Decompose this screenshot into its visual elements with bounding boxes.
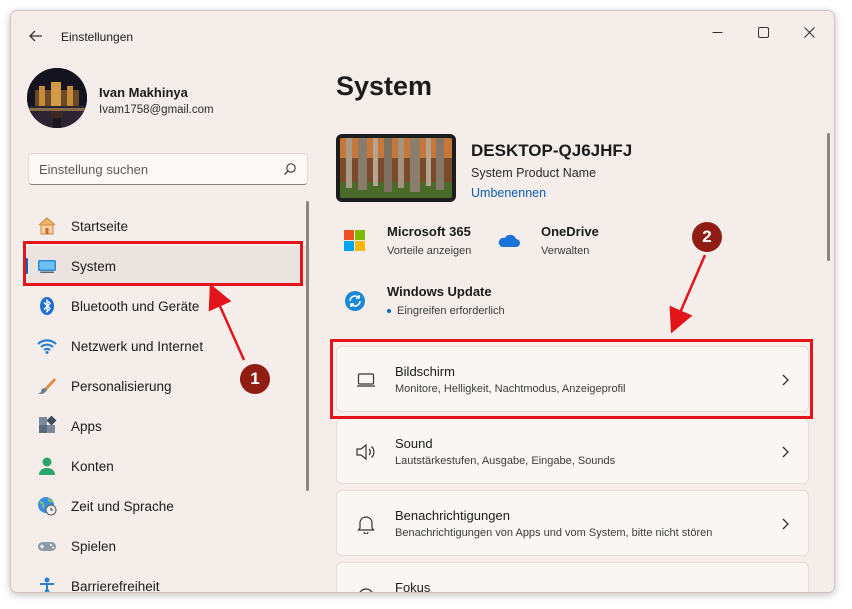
tile-onedrive[interactable]: OneDrive Verwalten [498,224,648,264]
card-sound[interactable]: Sound Lautstärkestufen, Ausgabe, Eingabe… [336,418,809,484]
sidebar-item-konten[interactable]: Konten [25,446,310,486]
sidebar-item-label: Netzwerk und Internet [71,338,204,354]
chevron-right-icon [782,518,789,530]
maximize-button[interactable] [741,17,785,47]
sidebar-item-label: Personalisierung [71,378,172,394]
card-subtitle: Lautstärkestufen, Ausgabe, Eingabe, Soun… [395,455,616,467]
sidebar-item-label: Startseite [71,218,129,234]
onedrive-icon [498,234,520,247]
tile-subtitle: Eingreifen erforderlich [397,305,505,317]
device-name: DESKTOP-QJ6JHFJ [471,141,633,160]
annotation-badge-2: 2 [692,222,722,252]
tile-title: Windows Update [387,284,492,299]
highlight-bildschirm [330,339,813,419]
gamepad-icon [37,536,57,556]
sidebar-item-label: Konten [71,458,114,474]
profile-email: Ivam1758@gmail.com [99,104,214,116]
card-title: Fokus [395,580,431,593]
bell-icon [355,513,377,535]
arrow-left-icon [29,30,42,42]
search-icon [284,163,296,175]
card-title: Sound [395,436,433,451]
tile-subtitle: Verwalten [541,245,590,257]
apps-icon [37,416,57,436]
person-icon [37,456,57,476]
device-model: System Product Name [471,166,597,180]
tile-title: OneDrive [541,224,599,239]
wallpaper-preview [340,138,452,198]
speaker-icon [355,441,377,463]
app-title: Einstellungen [61,30,134,44]
device-thumbnail[interactable] [336,134,456,202]
sidebar-scrollbar[interactable] [306,201,309,491]
sidebar-item-startseite[interactable]: Startseite [25,206,310,246]
card-subtitle: Benachrichtigungen von Apps und vom Syst… [395,527,713,539]
card-title: Benachrichtigungen [395,508,510,523]
maximize-icon [757,26,769,38]
sidebar-item-label: Apps [71,418,102,434]
search-input[interactable] [39,154,279,184]
status-dot [387,309,391,314]
profile-name: Ivan Makhinya [99,85,188,100]
accessibility-icon [37,576,57,592]
rename-link[interactable]: Umbenennen [471,186,546,200]
sidebar-item-barrierefreiheit[interactable]: Barrierefreiheit [25,566,310,593]
tile-title: Microsoft 365 [387,224,471,239]
close-button[interactable] [787,17,831,47]
focus-icon [355,585,377,592]
card-benachrichtigungen[interactable]: Benachrichtigungen Benachrichtigungen vo… [336,490,809,556]
card-fokus[interactable]: Fokus [336,562,809,593]
wifi-icon [37,336,57,356]
microsoft-365-icon [344,230,365,251]
avatar[interactable] [27,68,87,128]
sidebar-item-label: Spielen [71,538,117,554]
main-scrollbar[interactable] [827,133,830,261]
tile-microsoft-365[interactable]: Microsoft 365 Vorteile anzeigen [344,224,494,264]
sidebar-item-netzwerk[interactable]: Netzwerk und Internet [25,326,310,366]
page-title: System [336,71,433,101]
minimize-button[interactable] [695,17,739,47]
minimize-icon [712,31,722,33]
brush-icon [37,376,57,396]
sidebar-item-label: Barrierefreiheit [71,578,160,593]
annotation-badge-1: 1 [240,364,270,394]
settings-window: Einstellungen Ivan Makhinya Ivam1758@gma… [10,10,835,593]
highlight-system [23,241,303,286]
sidebar-item-label: Zeit und Sprache [71,498,174,514]
tile-subtitle: Vorteile anzeigen [387,245,472,257]
bluetooth-icon [37,296,57,316]
sidebar-item-label: Bluetooth und Geräte [71,298,200,314]
close-icon [803,26,815,38]
search-box[interactable] [28,153,308,185]
back-button[interactable] [25,25,47,47]
tile-windows-update[interactable]: Windows Update Eingreifen erforderlich [344,284,544,324]
sidebar-item-apps[interactable]: Apps [25,406,310,446]
tile-subtitle-wrap: Eingreifen erforderlich [387,305,505,317]
sidebar-item-spielen[interactable]: Spielen [25,526,310,566]
globe-clock-icon [37,496,57,516]
sidebar-item-zeit[interactable]: Zeit und Sprache [25,486,310,526]
windows-update-icon [345,291,365,311]
title-bar: Einstellungen [11,11,834,59]
home-icon [37,216,57,236]
chevron-right-icon [782,446,789,458]
avatar-photo [27,68,87,128]
sidebar-item-bluetooth[interactable]: Bluetooth und Geräte [25,286,310,326]
